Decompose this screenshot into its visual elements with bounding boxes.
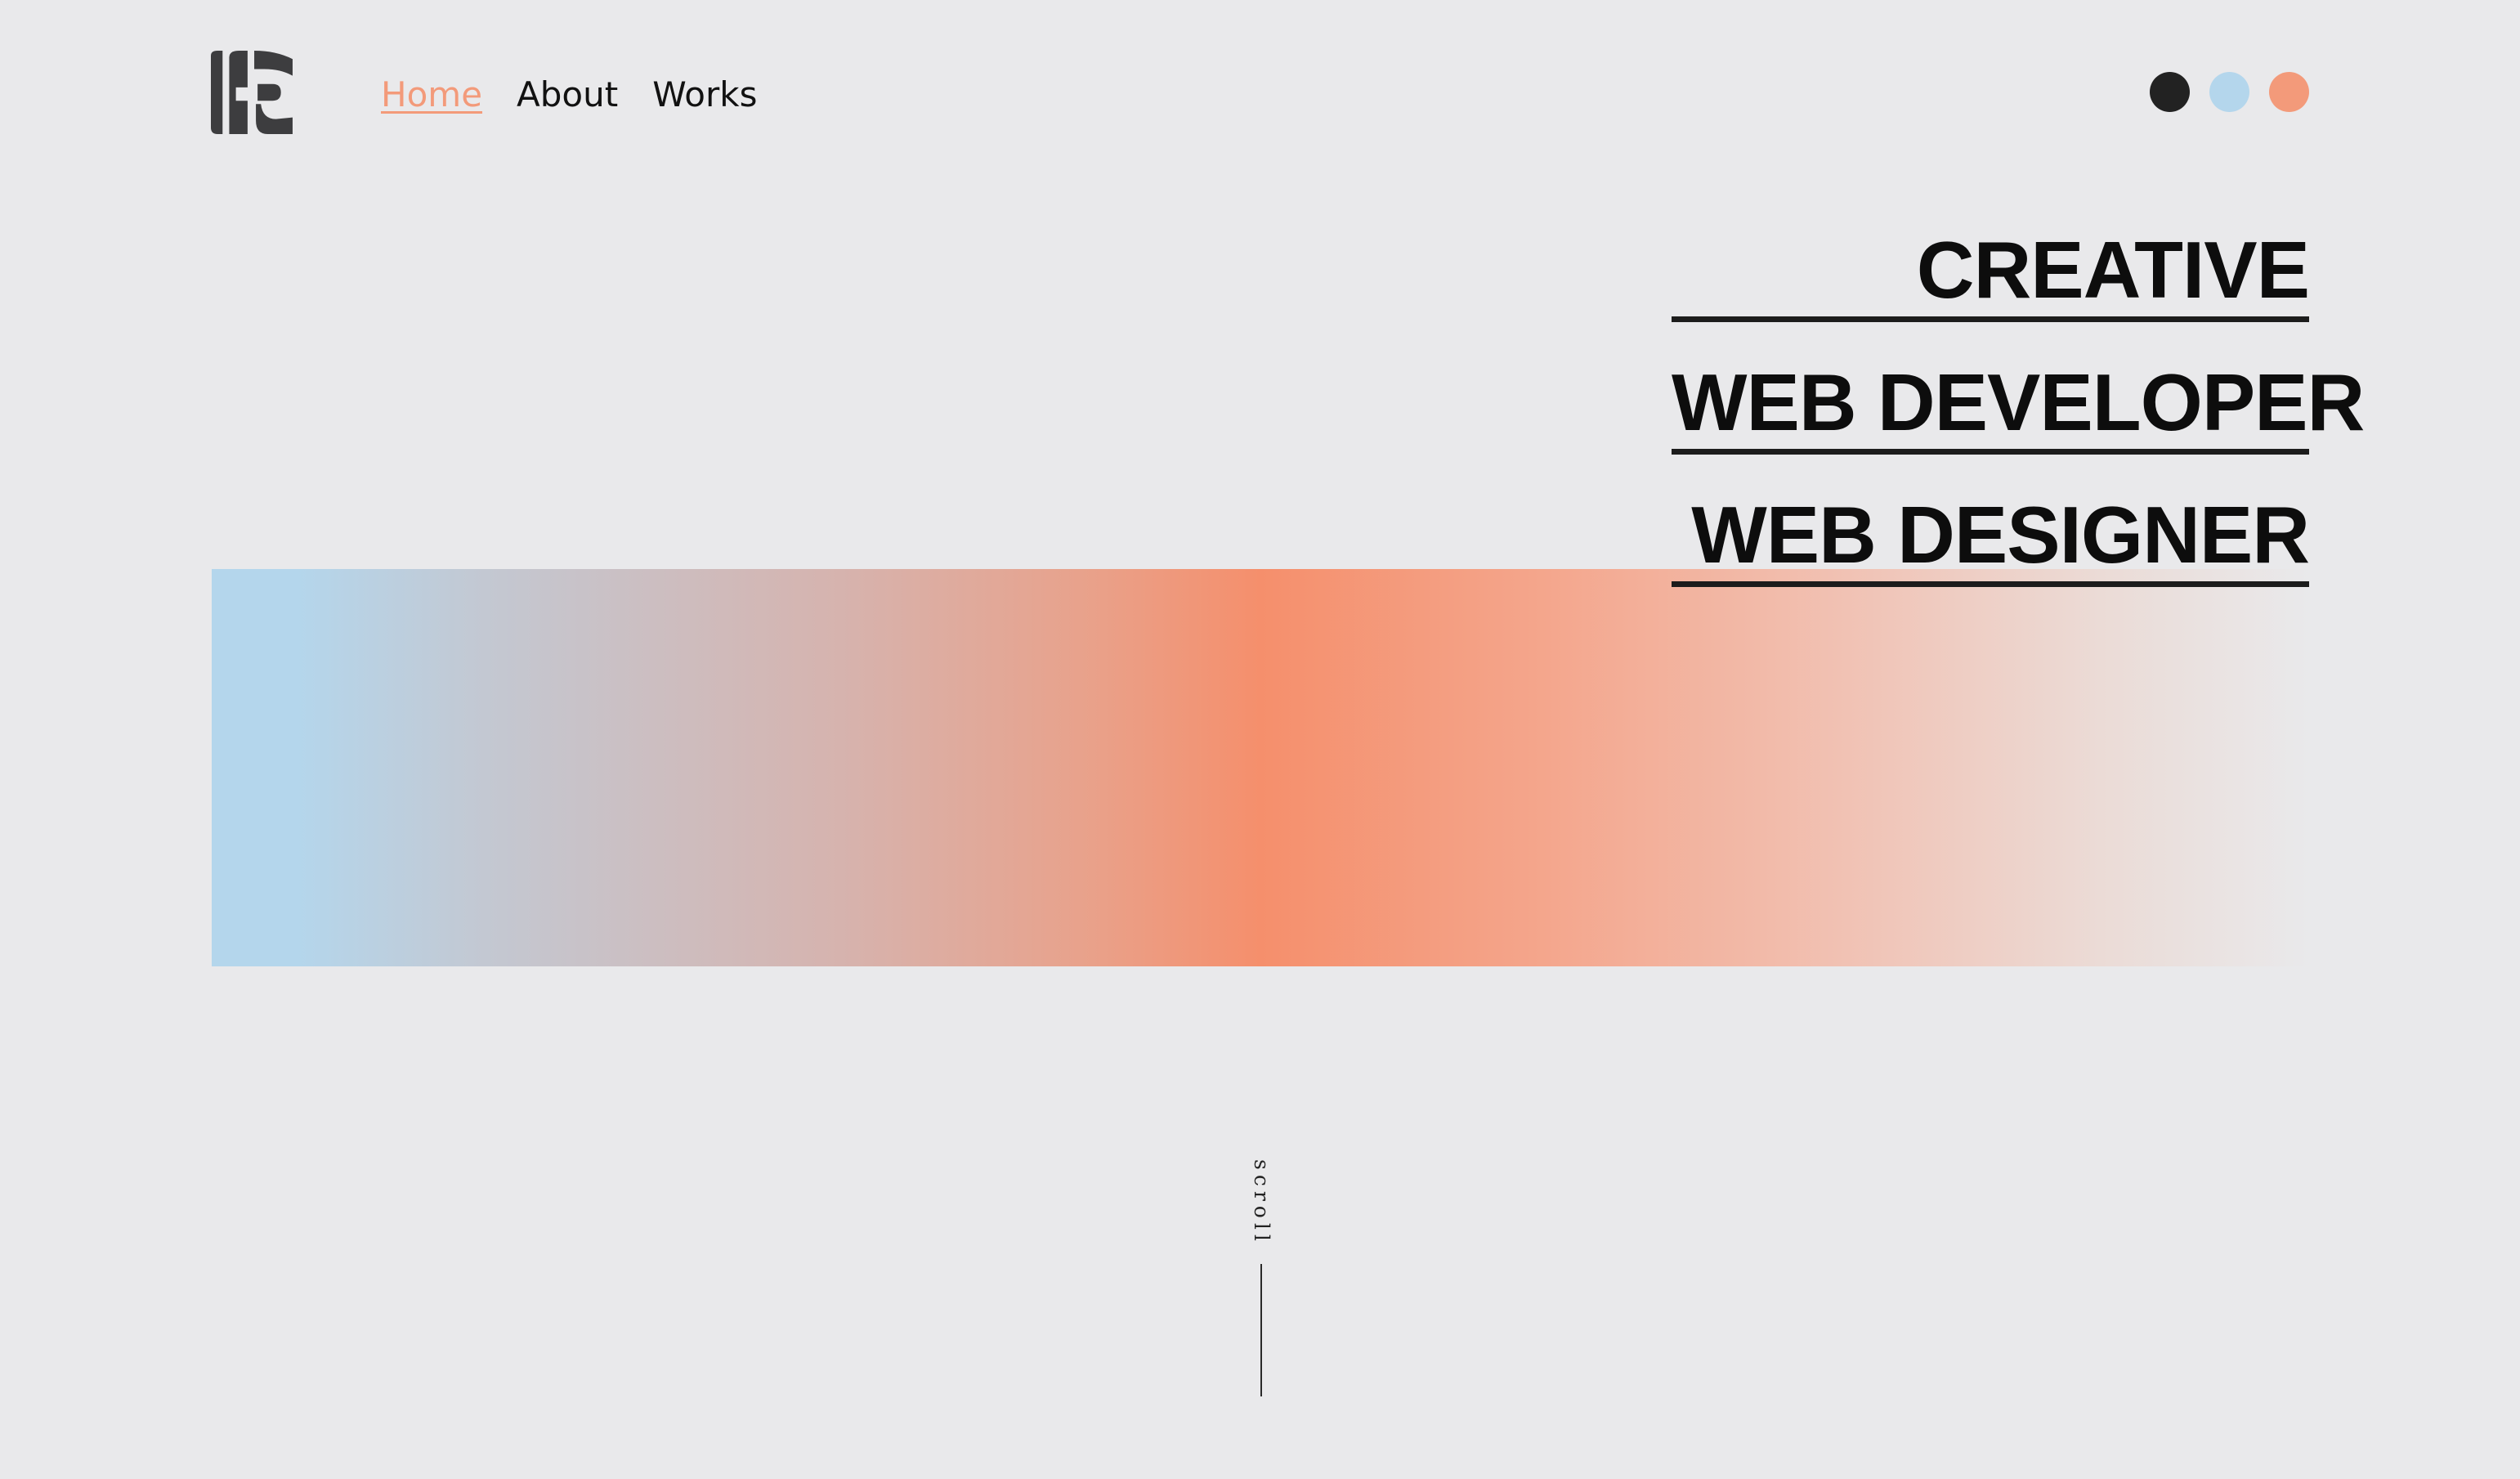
scroll-line bbox=[1260, 1264, 1262, 1396]
hero-headline: CREATIVE WEB DEVELOPER WEB DESIGNER bbox=[1672, 224, 2365, 587]
theme-switcher bbox=[2150, 72, 2309, 112]
hero-gradient-band bbox=[212, 569, 2309, 966]
theme-dot-blue[interactable] bbox=[2209, 72, 2249, 112]
headline-line-creative: CREATIVE bbox=[1672, 224, 2310, 322]
scroll-indicator[interactable]: scroll bbox=[1239, 1159, 1283, 1405]
nav-link-works[interactable]: Works bbox=[652, 69, 757, 121]
headline-line-web-designer: WEB DESIGNER bbox=[1672, 489, 2310, 587]
nav-link-about[interactable]: About bbox=[517, 69, 618, 121]
scroll-label: scroll bbox=[1250, 1159, 1273, 1246]
fc-monogram-logo-icon bbox=[211, 51, 293, 134]
theme-dot-orange[interactable] bbox=[2269, 72, 2309, 112]
main-nav: Home About Works bbox=[381, 69, 757, 121]
headline-line-web-developer: WEB DEVELOPER bbox=[1672, 356, 2365, 455]
theme-dot-dark[interactable] bbox=[2150, 72, 2190, 112]
nav-link-home[interactable]: Home bbox=[381, 69, 482, 121]
site-logo[interactable] bbox=[211, 51, 294, 134]
